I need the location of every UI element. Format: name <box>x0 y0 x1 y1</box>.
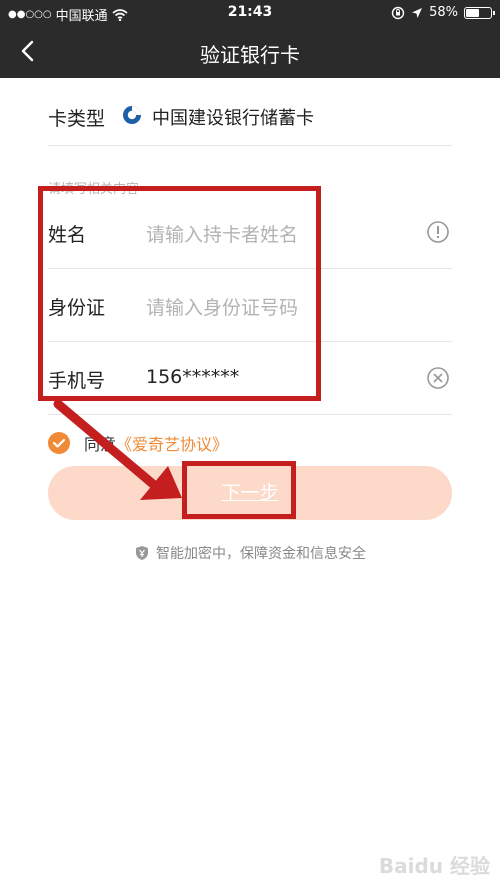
watermark: Baidu 经验 <box>378 854 490 878</box>
next-step-label: 下一步 <box>221 482 279 504</box>
phone-input[interactable]: 156****** <box>146 366 239 388</box>
agree-text: 同意 <box>84 435 117 454</box>
info-icon[interactable] <box>426 220 450 244</box>
security-note: 智能加密中，保障资金和信息安全 <box>0 543 500 563</box>
card-type-label: 卡类型 <box>48 108 106 130</box>
clear-icon[interactable] <box>426 366 450 390</box>
battery-percent: 58% <box>429 5 458 20</box>
name-label: 姓名 <box>48 224 87 246</box>
agreement-row: 同意 《爱奇艺协议》 <box>48 430 228 456</box>
id-number-field-row[interactable]: 身份证 请输入身份证号码 <box>48 269 452 342</box>
id-number-label: 身份证 <box>48 297 106 319</box>
form-hint: 请填写相关内容 <box>48 182 140 197</box>
checkmark-icon <box>52 438 66 448</box>
id-number-input[interactable]: 请输入身份证号码 <box>146 293 298 320</box>
status-bar: ●●○○○ 中国联通 21:43 58% <box>0 0 500 26</box>
name-field-row[interactable]: 姓名 请输入持卡者姓名 <box>48 196 452 269</box>
next-step-button[interactable]: 下一步 <box>48 466 452 520</box>
shield-yen-icon <box>136 546 148 560</box>
card-type-row: 卡类型 中国建设银行储蓄卡 <box>48 78 452 146</box>
bank-name: 中国建设银行储蓄卡 <box>152 108 314 129</box>
agreement-link[interactable]: 《爱奇艺协议》 <box>116 431 228 455</box>
name-input[interactable]: 请输入持卡者姓名 <box>146 220 298 247</box>
battery-icon <box>464 6 495 19</box>
phone-label: 手机号 <box>48 370 106 392</box>
security-note-text: 智能加密中，保障资金和信息安全 <box>156 546 366 562</box>
location-arrow-icon <box>412 7 423 18</box>
agree-checkbox[interactable] <box>48 432 70 454</box>
nav-bar: 验证银行卡 <box>0 26 500 78</box>
page-title: 验证银行卡 <box>200 43 300 67</box>
ccb-bank-logo-icon <box>123 106 141 124</box>
rotation-lock-icon <box>391 6 405 19</box>
phone-field-row[interactable]: 手机号 156****** <box>48 342 452 415</box>
